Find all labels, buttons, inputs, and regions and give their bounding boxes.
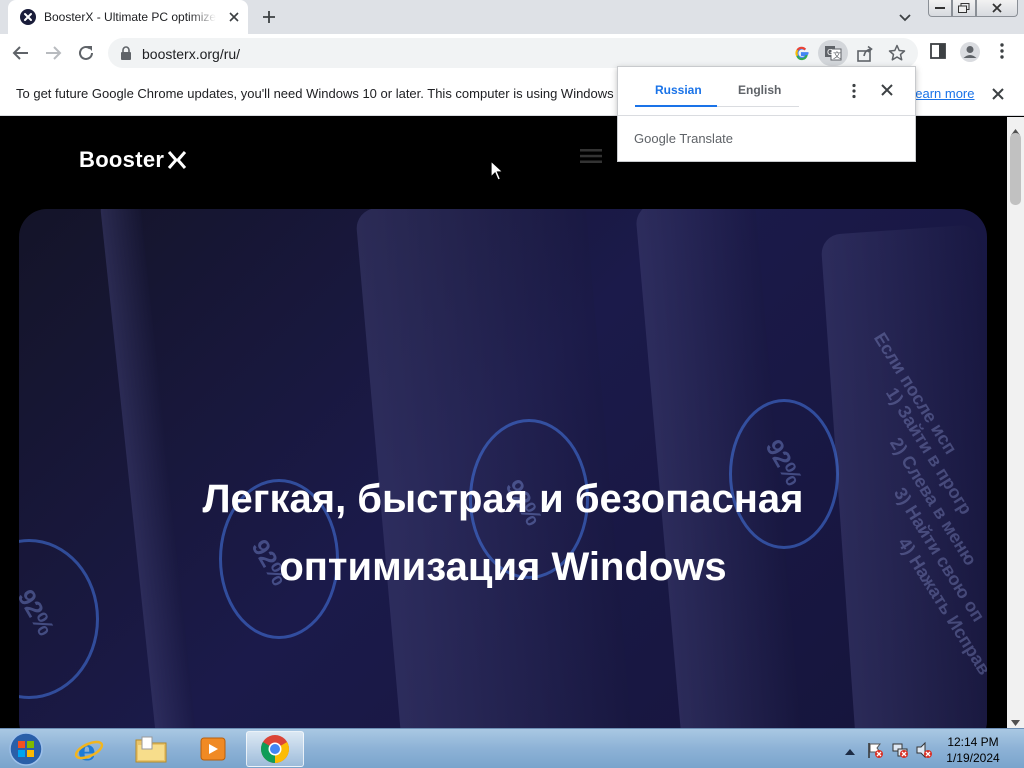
show-hidden-icons-chevron-icon[interactable] xyxy=(845,743,855,761)
url-text[interactable]: boosterx.org/ru/ xyxy=(142,46,240,62)
infobar-close-icon[interactable] xyxy=(990,86,1006,107)
profile-avatar-icon[interactable] xyxy=(959,41,981,68)
action-center-flag-icon[interactable] xyxy=(866,741,884,764)
window-restore-button[interactable] xyxy=(952,0,976,17)
windows-taskbar: e 12:14 PM 1/19/2024 xyxy=(0,728,1024,768)
brand-translate: Translate xyxy=(679,131,734,146)
side-panel-icon[interactable] xyxy=(929,42,947,65)
translate-options-kebab-icon[interactable] xyxy=(848,82,860,105)
mouse-cursor-icon xyxy=(490,159,505,187)
google-g-icon[interactable] xyxy=(794,45,810,61)
hero-banner: 92% 92% 92% 92% Если после исп 1) Зайти … xyxy=(19,209,987,728)
folder-icon xyxy=(135,736,167,763)
tab-english[interactable]: English xyxy=(738,83,781,97)
clock-date: 1/19/2024 xyxy=(946,751,1000,765)
tab-search-chevron-down-icon[interactable] xyxy=(896,8,914,26)
svg-text:文: 文 xyxy=(833,50,841,60)
system-clock[interactable]: 12:14 PM 1/19/2024 xyxy=(936,734,1010,766)
brand-google: Google xyxy=(634,131,676,146)
network-icon[interactable] xyxy=(891,741,909,764)
translate-popup: Russian English Google Translate xyxy=(617,66,916,162)
tab-close-icon[interactable] xyxy=(226,9,242,25)
logo-x-icon xyxy=(168,151,187,169)
page-scrollbar[interactable] xyxy=(1007,117,1024,728)
start-orb-icon[interactable] xyxy=(6,731,46,767)
bookmark-star-icon[interactable] xyxy=(888,44,906,67)
logo-text: Booster xyxy=(79,147,165,172)
taskbar-media-player[interactable] xyxy=(184,731,242,767)
reload-icon[interactable] xyxy=(75,42,97,64)
internet-explorer-icon: e xyxy=(74,734,104,765)
tab-title: BoosterX - Ultimate PC optimizer xyxy=(44,10,216,24)
google-translate-brand: Google Translate xyxy=(634,131,733,146)
learn-more-link[interactable]: Learn more xyxy=(908,86,974,101)
chrome-icon xyxy=(261,735,289,763)
tab-russian[interactable]: Russian xyxy=(655,83,702,97)
hero-title-line1: Легкая, быстрая и безопасная xyxy=(202,477,804,521)
window-close-button[interactable] xyxy=(976,0,1018,17)
active-tab-indicator xyxy=(635,105,717,107)
share-icon[interactable] xyxy=(856,45,874,68)
lock-icon[interactable] xyxy=(120,46,132,65)
web-page: Booster 92% 92% 92% 92% Если после исп 1… xyxy=(0,117,1007,728)
translate-page-icon[interactable]: G文 xyxy=(818,40,848,66)
volume-muted-icon[interactable] xyxy=(915,741,933,764)
browser-tab[interactable]: BoosterX - Ultimate PC optimizer xyxy=(8,0,248,34)
boosterx-favicon-icon xyxy=(20,9,36,25)
new-tab-plus-icon[interactable] xyxy=(258,6,280,28)
media-player-icon xyxy=(200,737,226,761)
scrollbar-thumb[interactable] xyxy=(1010,133,1021,205)
kebab-menu-icon[interactable] xyxy=(995,42,1009,65)
back-arrow-icon[interactable] xyxy=(10,42,32,64)
clock-time: 12:14 PM xyxy=(947,735,999,749)
boosterx-logo[interactable]: Booster xyxy=(79,147,187,173)
address-bar[interactable]: boosterx.org/ru/ G文 xyxy=(108,38,918,68)
taskbar-chrome[interactable] xyxy=(246,731,304,767)
popup-separator xyxy=(618,115,915,116)
translate-close-icon[interactable] xyxy=(880,83,894,102)
forward-arrow-icon[interactable] xyxy=(42,42,64,64)
hero-title-line2: оптимизация Windows xyxy=(279,545,727,589)
tab-strip: BoosterX - Ultimate PC optimizer xyxy=(0,0,1024,34)
taskbar-internet-explorer[interactable]: e xyxy=(60,731,118,767)
infobar-message: To get future Google Chrome updates, you… xyxy=(16,86,629,101)
window-minimize-button[interactable] xyxy=(928,0,952,17)
hamburger-menu-icon[interactable] xyxy=(580,148,602,169)
taskbar-file-explorer[interactable] xyxy=(122,731,180,767)
